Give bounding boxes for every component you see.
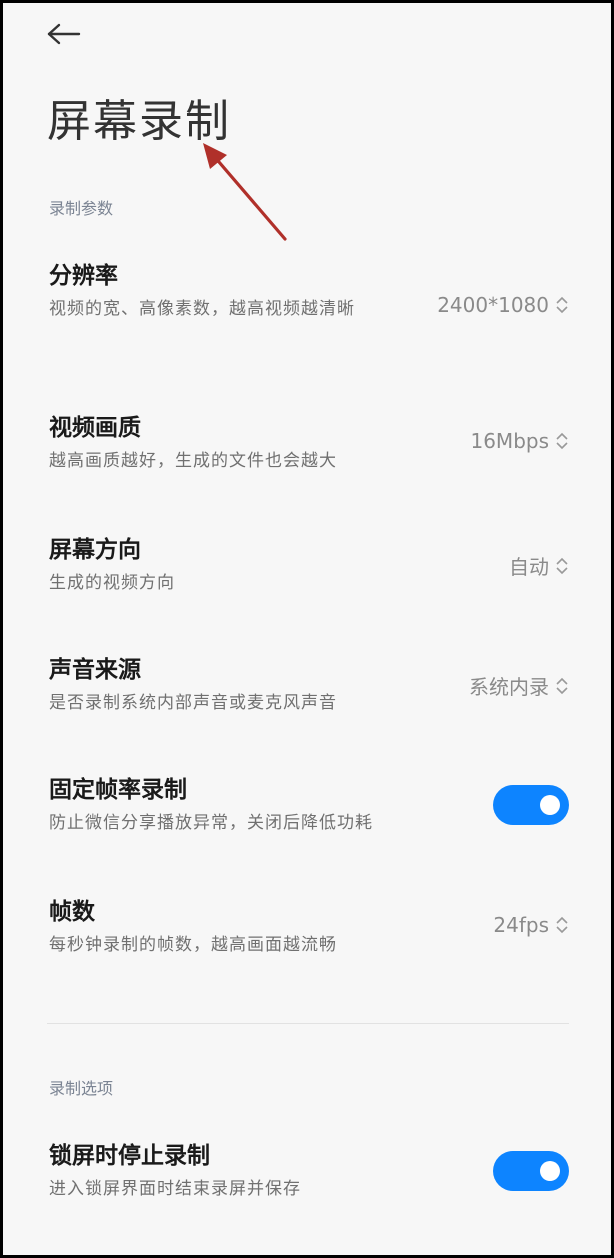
resolution-value: 2400*1080 — [437, 293, 549, 317]
settings-screen: 屏幕录制 录制参数 分辨率 视频的宽、高像素数，越高视频越清晰 2400*108… — [3, 3, 611, 1255]
toggle-knob — [540, 795, 560, 815]
quality-select[interactable]: 16Mbps — [470, 429, 569, 453]
setting-resolution[interactable]: 分辨率 视频的宽、高像素数，越高视频越清晰 2400*1080 — [49, 261, 569, 323]
section-header-options: 录制选项 — [49, 1079, 114, 1098]
fps-value: 24fps — [493, 913, 549, 937]
setting-desc: 每秒钟录制的帧数，越高画面越流畅 — [49, 935, 337, 955]
setting-title: 屏幕方向 — [49, 537, 141, 563]
fps-select[interactable]: 24fps — [493, 913, 569, 937]
updown-chevron-icon — [556, 557, 568, 574]
updown-chevron-icon — [556, 916, 568, 934]
setting-lock-stop[interactable]: 锁屏时停止录制 进入锁屏界面时结束录屏并保存 — [49, 1141, 569, 1203]
updown-chevron-icon — [556, 296, 568, 314]
sound-source-select[interactable]: 系统内录 — [469, 671, 569, 700]
setting-desc: 生成的视频方向 — [49, 573, 175, 593]
red-arrow-icon — [203, 143, 287, 241]
quality-value: 16Mbps — [470, 429, 549, 453]
lock-stop-toggle[interactable] — [493, 1151, 569, 1191]
setting-title: 帧数 — [49, 899, 95, 925]
setting-sound-source[interactable]: 声音来源 是否录制系统内部声音或麦克风声音 系统内录 — [49, 655, 569, 717]
orientation-select[interactable]: 自动 — [509, 551, 569, 580]
setting-title: 固定帧率录制 — [49, 777, 187, 803]
setting-fps[interactable]: 帧数 每秒钟录制的帧数，越高画面越流畅 24fps — [49, 897, 569, 959]
sound-source-value: 系统内录 — [469, 675, 549, 699]
updown-chevron-icon — [556, 432, 568, 450]
section-divider — [47, 1023, 569, 1024]
setting-desc: 视频的宽、高像素数，越高视频越清晰 — [49, 299, 355, 319]
fixed-fps-toggle[interactable] — [493, 785, 569, 825]
orientation-value: 自动 — [509, 555, 549, 579]
setting-fixed-fps[interactable]: 固定帧率录制 防止微信分享播放异常，关闭后降低功耗 — [49, 775, 569, 837]
setting-desc: 防止微信分享播放异常，关闭后降低功耗 — [49, 813, 373, 833]
setting-desc: 进入锁屏界面时结束录屏并保存 — [49, 1179, 301, 1199]
updown-chevron-icon — [556, 677, 568, 694]
setting-orientation[interactable]: 屏幕方向 生成的视频方向 自动 — [49, 535, 569, 597]
resolution-select[interactable]: 2400*1080 — [437, 293, 569, 317]
section-header-params: 录制参数 — [49, 199, 114, 218]
toggle-knob — [540, 1161, 560, 1181]
setting-title: 分辨率 — [49, 263, 118, 289]
setting-quality[interactable]: 视频画质 越高画质越好，生成的文件也会越大 16Mbps — [49, 413, 569, 475]
setting-title: 锁屏时停止录制 — [49, 1143, 210, 1169]
